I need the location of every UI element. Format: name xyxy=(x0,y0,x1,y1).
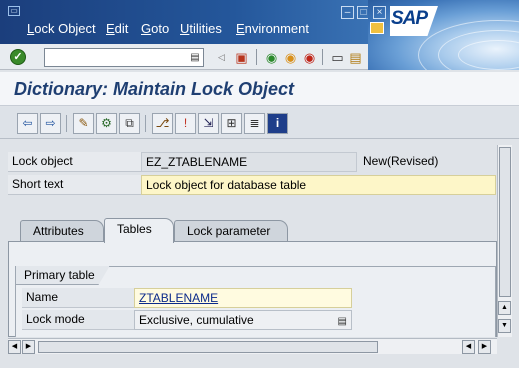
back-arrow-icon[interactable]: ⇦ xyxy=(17,113,38,134)
short-text-label: Short text xyxy=(8,175,141,195)
vertical-scroll-thumb[interactable] xyxy=(499,147,511,297)
menu-edit[interactable]: Edit xyxy=(106,21,128,36)
navigation-icon[interactable]: ⇲ xyxy=(198,113,219,134)
lock-mode-select[interactable]: Exclusive, cumulative ▤ xyxy=(134,310,352,330)
lock-object-label: Lock object xyxy=(8,152,141,172)
tab-attributes[interactable]: Attributes xyxy=(20,220,104,242)
save-icon[interactable]: ▣ xyxy=(232,48,251,67)
dropdown-icon[interactable]: ▤ xyxy=(338,312,347,331)
page-title: Dictionary: Maintain Lock Object xyxy=(14,79,295,99)
menu-lock-object[interactable]: Lock Object xyxy=(27,21,96,36)
scroll-left-icon[interactable]: ◀ xyxy=(8,340,21,354)
cancel-icon[interactable]: ◉ xyxy=(300,48,319,67)
horizontal-scrollbar[interactable]: ◀ ▶ ◀ ▶ xyxy=(8,338,497,354)
technical-settings-icon[interactable]: ≣ xyxy=(244,113,265,134)
sap-logo: SAP xyxy=(390,6,438,36)
name-label: Name xyxy=(22,288,134,308)
menu-badge-icon xyxy=(370,22,384,34)
activate-icon[interactable]: ⧉ xyxy=(119,113,140,134)
check-object-icon[interactable]: ⚙ xyxy=(96,113,117,134)
tab-lock-parameter[interactable]: Lock parameter xyxy=(174,220,288,242)
scroll-right-small-icon[interactable]: ▶ xyxy=(22,340,35,354)
dropdown-icon[interactable]: ▤ xyxy=(189,51,201,64)
status-text: New(Revised) xyxy=(363,154,439,168)
display-change-icon[interactable]: ✎ xyxy=(73,113,94,134)
exit-icon[interactable]: ◉ xyxy=(281,48,300,67)
close-icon[interactable]: × xyxy=(373,6,386,19)
back-arrow-icon[interactable]: ◁ xyxy=(212,48,231,67)
sap-logo-area: × SAP xyxy=(368,0,519,70)
scroll-left-end-icon[interactable]: ◀ xyxy=(462,340,475,354)
ripple-decoration xyxy=(418,20,519,70)
horizontal-scroll-thumb[interactable] xyxy=(38,341,378,353)
lock-mode-value: Exclusive, cumulative xyxy=(139,313,254,327)
forward-arrow-icon[interactable]: ⇨ xyxy=(40,113,61,134)
object-list-icon[interactable]: ! xyxy=(175,113,196,134)
menu-environment[interactable]: Environment xyxy=(236,21,309,36)
lock-mode-label: Lock mode xyxy=(22,310,134,330)
scroll-down-icon[interactable]: ▼ xyxy=(498,319,511,333)
system-menu-icon[interactable]: ▭ xyxy=(8,6,20,16)
short-text-field[interactable]: Lock object for database table xyxy=(141,175,496,195)
tab-tables[interactable]: Tables xyxy=(104,218,174,243)
enter-check-icon[interactable]: ✓ xyxy=(10,49,26,65)
minimize-icon[interactable]: – xyxy=(341,6,354,19)
menu-goto[interactable]: Goto xyxy=(141,21,169,36)
vertical-scrollbar[interactable]: ▲ ▼ xyxy=(497,145,512,337)
menu-utilities[interactable]: Utilities xyxy=(180,21,222,36)
standard-toolbar: ✓ ▤ ◁ ▣ ◉ ◉ ◉ ▭ ▤ xyxy=(0,44,368,70)
table-name-field[interactable]: ZTABLENAME xyxy=(134,288,352,308)
command-field[interactable]: ▤ xyxy=(44,48,204,67)
application-toolbar: ⇦ ⇨ ✎ ⚙ ⧉ ⎇ ! ⇲ ⊞ ≣ i xyxy=(0,107,519,139)
where-used-icon[interactable]: ⎇ xyxy=(152,113,173,134)
title-bar: Dictionary: Maintain Lock Object xyxy=(0,72,519,106)
back-icon[interactable]: ◉ xyxy=(262,48,281,67)
tab-strip: Attributes Tables Lock parameter xyxy=(0,218,497,243)
info-icon[interactable]: i xyxy=(267,113,288,134)
primary-table-group-title: Primary table xyxy=(16,266,110,285)
lock-object-value: EZ_ZTABLENAME xyxy=(141,152,357,172)
scroll-right-icon[interactable]: ▶ xyxy=(478,340,491,354)
hierarchy-icon[interactable]: ⊞ xyxy=(221,113,242,134)
status-bar xyxy=(0,355,519,368)
scroll-up-icon[interactable]: ▲ xyxy=(498,301,511,315)
find-icon[interactable]: ▤ xyxy=(346,48,365,67)
sap-window: ▭ Lock Object Edit Goto Utilities Enviro… xyxy=(0,0,519,368)
print-icon[interactable]: ▭ xyxy=(328,48,347,67)
